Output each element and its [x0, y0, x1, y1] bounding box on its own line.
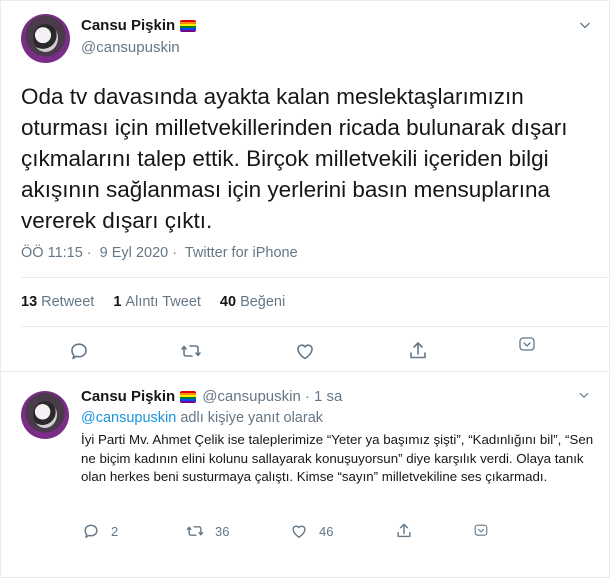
retweet-icon [186, 526, 204, 536]
avatar[interactable] [21, 14, 70, 63]
share-icon [397, 523, 411, 538]
rainbow-flag-icon [180, 390, 197, 403]
chevron-down-icon [474, 524, 488, 536]
reply-actions: 2 36 46 [81, 521, 601, 545]
tweet-text: Oda tv davasında ayakta kalan meslektaşl… [21, 84, 568, 233]
reply-author-display-name[interactable]: Cansu Pişkin [81, 388, 175, 405]
tweet-meta: ÖÖ 11:15 · 9 Eyl 2020 · Twitter for iPhone [21, 245, 302, 261]
reply-text: İyi Parti Mv. Ahmet Çelik ise taleplerim… [81, 432, 594, 484]
reply-button[interactable]: 2 [81, 521, 118, 541]
tweet-source[interactable]: Twitter for iPhone [185, 245, 298, 261]
reply-icon[interactable] [67, 339, 91, 363]
retweet-icon[interactable] [179, 339, 203, 363]
reply-author-handle[interactable]: @cansupuskin [202, 388, 301, 405]
quote-stat[interactable]: 1 Alıntı Tweet [113, 294, 201, 310]
tweet-time[interactable]: ÖÖ 11:15 [21, 245, 83, 261]
reply-time[interactable]: · 1 sa [305, 388, 343, 405]
reply-tweet[interactable]: Cansu Pişkin @cansupuskin · 1 sa @cansup… [1, 372, 609, 579]
main-tweet: Cansu Pişkin @cansupuskin Oda tv davasın… [1, 1, 609, 371]
chevron-down-icon[interactable] [575, 15, 595, 35]
tweet-stats: 13 Retweet 1 Alıntı Tweet 40 Beğeni [21, 294, 304, 310]
tweet-date[interactable]: 9 Eyl 2020 [100, 245, 169, 261]
like-button[interactable]: 46 [289, 521, 333, 541]
chevron-down-icon[interactable] [575, 386, 593, 404]
like-icon [292, 525, 306, 538]
meta-separator: · [86, 245, 92, 261]
meta-separator: · [172, 245, 178, 261]
reply-author-row: Cansu Pişkin @cansupuskin · 1 sa [81, 388, 342, 405]
divider [21, 326, 609, 327]
author-handle[interactable]: @cansupuskin [81, 39, 180, 56]
chevron-down-icon[interactable] [515, 333, 539, 357]
share-button[interactable] [394, 521, 424, 541]
retweet-stat[interactable]: 13 Retweet [21, 294, 94, 310]
reply-count: 2 [111, 523, 119, 539]
tweet-actions [1, 337, 609, 367]
retweet-button[interactable]: 36 [185, 521, 229, 541]
replying-to-handle-link[interactable]: @cansupuskin [81, 410, 176, 426]
author-display-name[interactable]: Cansu Pişkin [81, 17, 175, 34]
rainbow-flag-icon [180, 19, 197, 32]
more-button[interactable] [471, 521, 501, 541]
replying-to-suffix: adlı kişiye yanıt olarak [176, 410, 324, 426]
like-icon[interactable] [293, 339, 317, 363]
like-count: 46 [319, 523, 334, 539]
tweet-thread: Cansu Pişkin @cansupuskin Oda tv davasın… [0, 0, 610, 578]
reply-icon [84, 524, 98, 538]
share-icon[interactable] [406, 339, 430, 363]
replying-to: @cansupuskin adlı kişiye yanıt olarak [81, 410, 323, 426]
author-name-row[interactable]: Cansu Pişkin [81, 17, 197, 34]
divider [21, 277, 609, 278]
retweet-count: 36 [215, 523, 230, 539]
like-stat[interactable]: 40 Beğeni [220, 294, 285, 310]
